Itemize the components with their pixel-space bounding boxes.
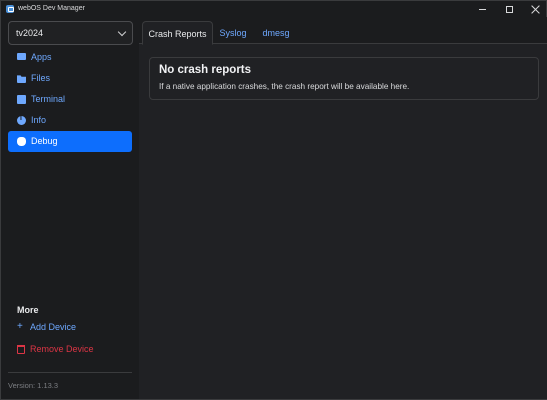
close-button[interactable] bbox=[522, 1, 547, 17]
remove-device-label: Remove Device bbox=[30, 344, 94, 354]
sidebar-item-apps[interactable]: Apps bbox=[8, 47, 132, 68]
device-select-value: tv2024 bbox=[16, 28, 44, 38]
empty-state-card: No crash reports If a native application… bbox=[149, 57, 539, 100]
maximize-icon bbox=[505, 5, 513, 13]
trash-icon bbox=[17, 345, 25, 354]
empty-state-title: No crash reports bbox=[159, 64, 252, 76]
folder-icon bbox=[17, 75, 26, 83]
plus-icon: + bbox=[17, 321, 23, 332]
tab-syslog[interactable]: Syslog bbox=[213, 21, 253, 45]
window-title: webOS Dev Manager bbox=[18, 5, 85, 12]
device-select[interactable]: tv2024 bbox=[8, 21, 133, 45]
more-heading: More bbox=[17, 305, 39, 315]
tab-bar: Crash Reports Syslog dmesg bbox=[139, 17, 547, 45]
sidebar-item-label: Terminal bbox=[31, 94, 66, 104]
terminal-icon bbox=[17, 95, 26, 104]
info-icon bbox=[17, 115, 26, 125]
sidebar-item-label: Debug bbox=[31, 136, 58, 146]
tab-dmesg[interactable]: dmesg bbox=[255, 21, 297, 45]
sidebar-item-label: Files bbox=[31, 73, 51, 83]
tab-crash-reports[interactable]: Crash Reports bbox=[142, 21, 213, 45]
chevron-down-icon bbox=[117, 27, 127, 37]
app-window: webOS Dev Manager tv2024 Apps Files Term… bbox=[0, 0, 547, 400]
sidebar-item-label: Info bbox=[31, 115, 47, 125]
sidebar-item-files[interactable]: Files bbox=[8, 68, 132, 89]
sidebar-item-info[interactable]: Info bbox=[8, 110, 132, 131]
version-label: Version: 1.13.3 bbox=[8, 381, 59, 390]
sidebar-divider bbox=[8, 372, 132, 373]
add-device-label: Add Device bbox=[30, 322, 77, 332]
app-logo-icon bbox=[6, 5, 14, 13]
maximize-button[interactable] bbox=[496, 1, 522, 17]
sidebar-item-terminal[interactable]: Terminal bbox=[8, 89, 132, 110]
sidebar-item-label: Apps bbox=[31, 52, 52, 62]
monitor-icon bbox=[17, 53, 26, 60]
sidebar-item-debug[interactable]: Debug bbox=[8, 131, 132, 152]
title-bar[interactable]: webOS Dev Manager bbox=[1, 1, 546, 17]
minimize-button[interactable] bbox=[469, 1, 495, 17]
bug-icon bbox=[17, 137, 26, 146]
minimize-icon bbox=[478, 8, 486, 10]
sidebar: tv2024 Apps Files Terminal Info Debug Mo… bbox=[2, 17, 138, 399]
empty-state-message: If a native application crashes, the cra… bbox=[159, 82, 410, 91]
main-panel: Crash Reports Syslog dmesg No crash repo… bbox=[139, 17, 547, 399]
close-icon bbox=[531, 5, 540, 14]
